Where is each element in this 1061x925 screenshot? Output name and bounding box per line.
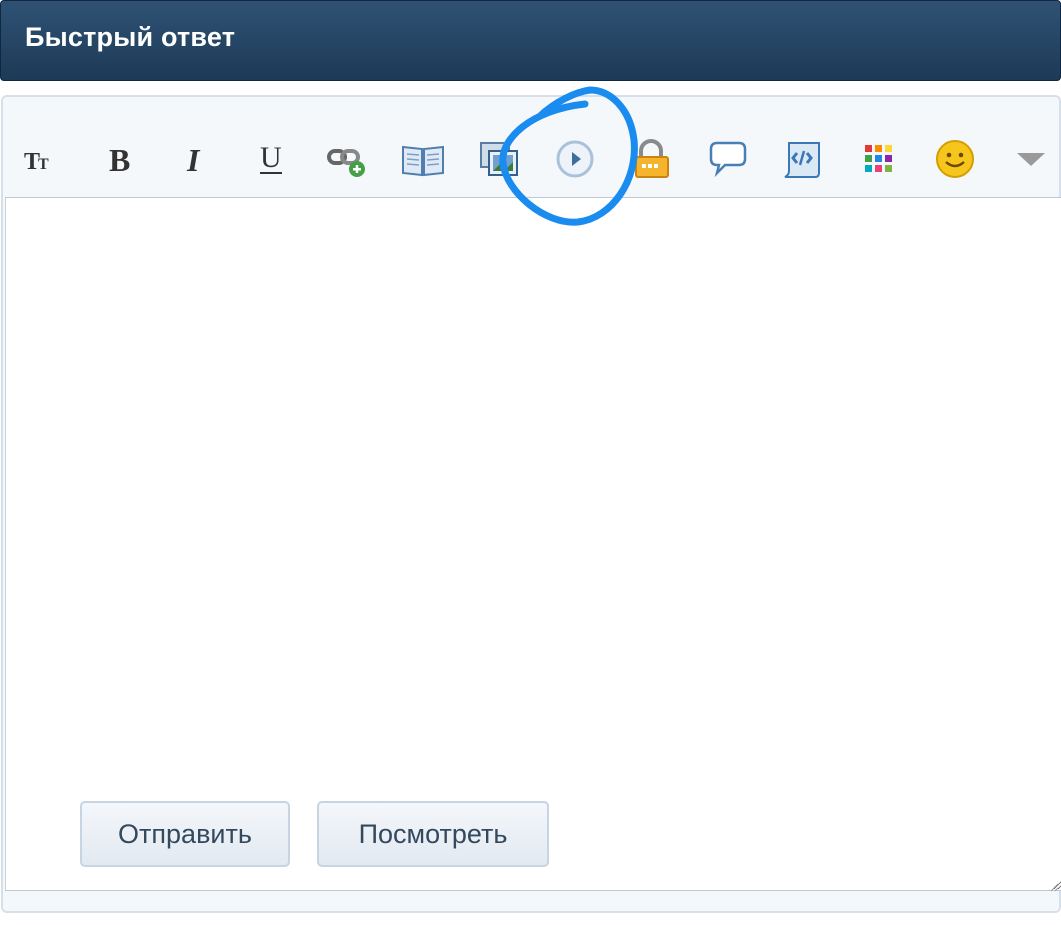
underline-icon: U xyxy=(251,139,291,184)
insert-smiley-button[interactable] xyxy=(929,135,981,187)
italic-icon: I xyxy=(175,139,215,184)
insert-code-button[interactable] xyxy=(777,135,829,187)
svg-text:T: T xyxy=(38,156,49,173)
bold-button[interactable]: B xyxy=(93,135,145,187)
insert-image-button[interactable] xyxy=(473,135,525,187)
quick-reply-header: Быстрый ответ xyxy=(0,0,1061,81)
header-title: Быстрый ответ xyxy=(25,22,236,52)
insert-media-button[interactable] xyxy=(549,135,601,187)
font-size-icon: T T xyxy=(21,139,61,184)
italic-button[interactable]: I xyxy=(169,135,221,187)
insert-link-button[interactable] xyxy=(321,135,373,187)
submit-button[interactable]: Отправить xyxy=(80,801,290,867)
code-scroll-icon xyxy=(781,137,825,186)
svg-text:I: I xyxy=(186,142,201,178)
font-size-button[interactable]: T T xyxy=(15,135,67,187)
smiley-icon xyxy=(933,137,977,186)
speech-bubble-icon xyxy=(705,137,749,186)
more-options-button[interactable] xyxy=(1005,135,1057,187)
insert-quote-button[interactable] xyxy=(701,135,753,187)
bold-icon: B xyxy=(99,139,139,184)
book-icon xyxy=(401,137,445,186)
svg-text:U: U xyxy=(260,141,282,174)
insert-book-button[interactable] xyxy=(397,135,449,187)
quick-reply-panel: T T B I U Отправить Посмотреть xyxy=(1,95,1061,913)
lock-icon xyxy=(629,137,673,186)
svg-text:B: B xyxy=(109,142,130,178)
underline-button[interactable]: U xyxy=(245,135,297,187)
message-textarea[interactable] xyxy=(5,197,1061,891)
image-icon xyxy=(477,137,521,186)
link-add-icon xyxy=(325,137,369,186)
insert-spoiler-button[interactable] xyxy=(625,135,677,187)
dropdown-arrow-icon xyxy=(1011,139,1051,184)
editor-toolbar: T T B I U xyxy=(3,97,1061,197)
preview-button[interactable]: Посмотреть xyxy=(317,801,549,867)
play-icon xyxy=(553,137,597,186)
color-grid-icon xyxy=(859,139,899,184)
text-color-button[interactable] xyxy=(853,135,905,187)
resize-grip[interactable] xyxy=(1049,879,1059,892)
